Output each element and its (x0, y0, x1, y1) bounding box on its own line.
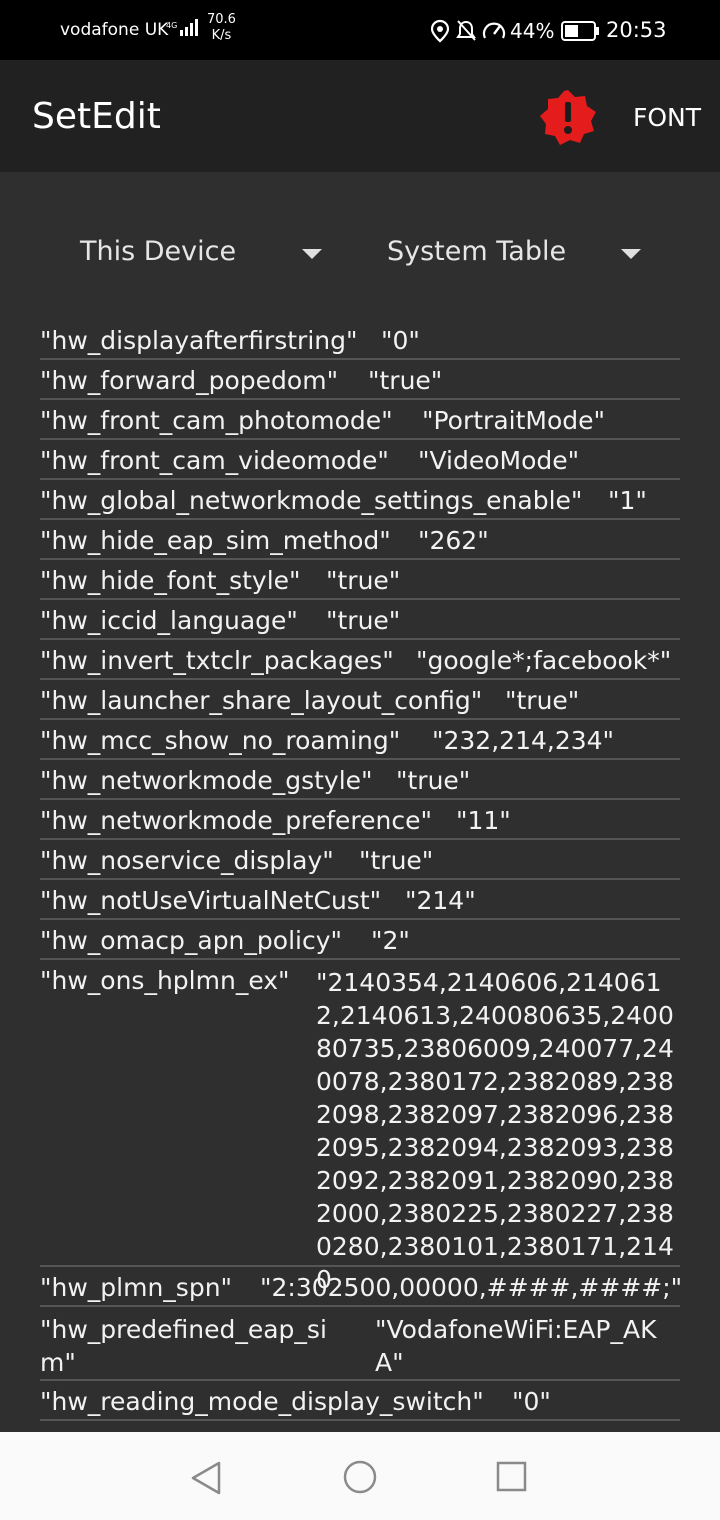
network-type: 4G (166, 21, 178, 30)
speed-unit: K/s (211, 28, 232, 43)
setting-key: "hw_invert_txtclr_packages" (40, 646, 394, 675)
setting-value: "google*;facebook*" (416, 646, 672, 675)
device-selector-label: This Device (80, 236, 237, 267)
list-item[interactable]: "hw_displayafterfirstring" "0" (40, 320, 680, 360)
list-item[interactable]: "hw_notUseVirtualNetCust" "214" (40, 880, 680, 920)
list-item[interactable]: "hw_predefined_eap_sim" "VodafoneWiFi:EA… (40, 1307, 680, 1381)
speed-value: 70.6 (207, 12, 236, 27)
setting-key: "hw_plmn_spn" (40, 1273, 233, 1302)
table-selector-label: System Table (387, 236, 567, 267)
setting-key: "hw_hide_font_style" (40, 566, 301, 595)
setting-key: "hw_displayafterfirstring" (40, 326, 358, 355)
setting-value: "VodafoneWiFi:EAP_AKA" (375, 1315, 657, 1377)
settings-list: "hw_displayafterfirstring" "0" "hw_forwa… (40, 320, 683, 1421)
setting-key: "hw_networkmode_gstyle" (40, 766, 373, 795)
setting-value: "2" (371, 926, 410, 955)
setting-value: "0" (381, 326, 420, 355)
list-item[interactable]: "hw_ons_hplmn_ex" "2140354,2140606,21406… (40, 960, 680, 1294)
list-item[interactable]: "hw_forward_popedom" "true" (40, 360, 680, 400)
setting-value: "true" (368, 366, 443, 395)
status-bar: vodafone UK 4G 70.6 K/s 44% 20:53 (0, 0, 720, 60)
app-title: SetEdit (32, 96, 161, 137)
chevron-down-icon (302, 249, 322, 259)
carrier-name: vodafone UK (60, 20, 169, 40)
chevron-down-icon (621, 249, 641, 259)
list-item[interactable]: "hw_global_networkmode_settings_enable" … (40, 480, 680, 520)
battery-percentage: 44% (510, 19, 555, 43)
setting-value: "214" (405, 886, 476, 915)
speed-gauge-icon (482, 22, 506, 39)
home-icon[interactable] (342, 1459, 378, 1495)
list-item[interactable]: "hw_mcc_show_no_roaming" "232,214,234" (40, 720, 680, 760)
list-item[interactable]: "hw_front_cam_photomode" "PortraitMode" (40, 400, 680, 440)
recents-icon[interactable] (495, 1460, 529, 1494)
setting-key: "hw_notUseVirtualNetCust" (40, 886, 382, 915)
setting-value: "true" (326, 566, 401, 595)
list-item[interactable]: "hw_reading_mode_display_switch" "0" (40, 1381, 680, 1421)
list-item[interactable]: "hw_hide_eap_sim_method" "262" (40, 520, 680, 560)
setting-value: "232,214,234" (432, 726, 615, 755)
status-icons (430, 19, 506, 43)
setting-value: "2140354,2140606,2140612,2140613,2400806… (316, 968, 674, 1294)
list-item[interactable]: "hw_front_cam_videomode" "VideoMode" (40, 440, 680, 480)
list-item[interactable]: "hw_networkmode_preference" "11" (40, 800, 680, 840)
setting-key: "hw_launcher_share_layout_config" (40, 686, 483, 715)
list-item[interactable]: "hw_plmn_spn" "2:302500,00000,####,####;… (40, 1267, 683, 1307)
app-bar: SetEdit FONT (0, 60, 720, 172)
navigation-bar (0, 1432, 720, 1520)
mute-icon (456, 20, 476, 41)
battery-icon (561, 21, 599, 41)
setting-value: "262" (418, 526, 489, 555)
setting-key: "hw_omacp_apn_policy" (40, 926, 343, 955)
setting-key: "hw_predefined_eap_sim" (40, 1315, 327, 1377)
setting-value: "0" (512, 1387, 551, 1416)
setting-value: "true" (326, 606, 401, 635)
network-speed: 70.6 K/s (207, 12, 236, 44)
setting-key: "hw_networkmode_preference" (40, 806, 432, 835)
setting-value: "PortraitMode" (422, 406, 606, 435)
font-button[interactable]: FONT (633, 103, 701, 132)
signal-icon (180, 19, 198, 36)
setting-key: "hw_front_cam_photomode" (40, 406, 393, 435)
setting-value: "true" (505, 686, 580, 715)
setting-key: "hw_global_networkmode_settings_enable" (40, 486, 583, 515)
setting-value: "1" (608, 486, 647, 515)
setting-value: "true" (359, 846, 434, 875)
clock: 20:53 (606, 18, 667, 42)
setting-key: "hw_reading_mode_display_switch" (40, 1387, 484, 1416)
list-item[interactable]: "hw_omacp_apn_policy" "2" (40, 920, 680, 960)
list-item[interactable]: "hw_iccid_language" "true" (40, 600, 680, 640)
list-item[interactable]: "hw_launcher_share_layout_config" "true" (40, 680, 680, 720)
setting-value: "true" (396, 766, 471, 795)
setting-key: "hw_noservice_display" (40, 846, 334, 875)
setting-key: "hw_forward_popedom" (40, 366, 339, 395)
setting-key: "hw_mcc_show_no_roaming" (40, 726, 401, 755)
back-icon[interactable] (189, 1460, 223, 1496)
device-selector[interactable]: This Device (80, 236, 330, 276)
setting-key: "hw_hide_eap_sim_method" (40, 526, 391, 555)
list-item[interactable]: "hw_hide_font_style" "true" (40, 560, 680, 600)
setting-key: "hw_iccid_language" (40, 606, 298, 635)
list-item[interactable]: "hw_networkmode_gstyle" "true" (40, 760, 680, 800)
setting-value: "11" (456, 806, 511, 835)
list-item[interactable]: "hw_invert_txtclr_packages" "google*;fac… (40, 640, 680, 680)
table-selector[interactable]: System Table (387, 236, 647, 276)
setting-key: "hw_front_cam_videomode" (40, 446, 389, 475)
list-item[interactable]: "hw_noservice_display" "true" (40, 840, 680, 880)
warning-icon[interactable] (538, 88, 598, 148)
setting-key: "hw_ons_hplmn_ex" (40, 966, 290, 995)
setting-value: "2:302500,00000,####,####;" (260, 1273, 683, 1302)
location-icon (430, 19, 450, 43)
setting-value: "VideoMode" (418, 446, 580, 475)
